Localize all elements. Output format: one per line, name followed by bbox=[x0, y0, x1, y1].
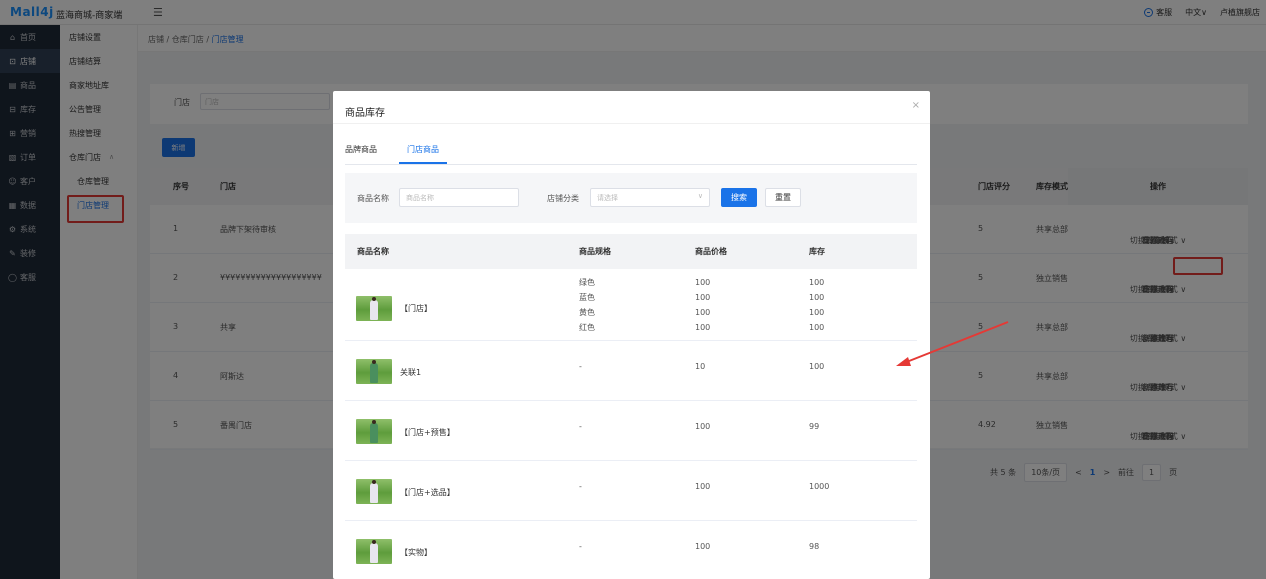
product-price: 100 bbox=[695, 542, 711, 551]
product-name-input[interactable]: 商品名称 bbox=[399, 188, 519, 207]
product-row: 【实物】 - 100 98 bbox=[345, 521, 917, 579]
product-price: 100 bbox=[695, 482, 711, 491]
product-stock: 99 bbox=[809, 422, 820, 431]
product-name: 【实物】 bbox=[400, 548, 432, 557]
product-stock: 98 bbox=[809, 542, 820, 551]
product-price: 100 bbox=[695, 422, 711, 431]
product-name: 【门店+预售】 bbox=[400, 428, 455, 437]
product-spec: - bbox=[579, 542, 582, 551]
product-spec: - bbox=[579, 482, 582, 491]
tab-brand-products[interactable]: 品牌商品 bbox=[345, 144, 377, 164]
close-icon[interactable]: × bbox=[912, 100, 920, 111]
dialog-search-area: 商品名称 商品名称 店铺分类 请选择 ∨ 搜索 重置 bbox=[345, 173, 917, 223]
product-row: 关联1 - 10 100 bbox=[345, 341, 917, 401]
product-row: 【门店+选品】 - 100 1000 bbox=[345, 461, 917, 521]
product-spec: - bbox=[579, 362, 582, 371]
chevron-down-icon: ∨ bbox=[697, 192, 703, 200]
dialog-title: 商品库存 bbox=[345, 108, 385, 119]
product-row: 【门店】 绿色 蓝色 黄色 红色 100 100 100 100 100 100 100 100 bbox=[345, 269, 917, 341]
search-button[interactable]: 搜索 bbox=[721, 188, 757, 207]
product-thumbnail bbox=[356, 418, 392, 444]
product-stock: 100 bbox=[809, 362, 825, 371]
tab-store-products[interactable]: 门店商品 bbox=[399, 144, 447, 164]
product-stock: 100 100 100 100 bbox=[809, 278, 825, 332]
product-thumbnail bbox=[356, 538, 392, 564]
product-spec: 绿色 蓝色 黄色 红色 bbox=[579, 278, 595, 332]
product-name-label: 商品名称 bbox=[357, 194, 389, 203]
product-thumbnail bbox=[356, 358, 392, 384]
product-name: 关联1 bbox=[400, 368, 422, 377]
product-stock: 1000 bbox=[809, 482, 830, 491]
product-price: 10 bbox=[695, 362, 706, 371]
product-thumbnail bbox=[356, 295, 392, 321]
product-row: 【门店+预售】 - 100 99 bbox=[345, 401, 917, 461]
product-name: 【门店】 bbox=[400, 304, 432, 313]
store-category-select[interactable]: 请选择 ∨ bbox=[590, 188, 710, 207]
reset-button[interactable]: 重置 bbox=[765, 188, 801, 207]
product-name: 【门店+选品】 bbox=[400, 488, 455, 497]
product-table-header: 商品名称 商品规格 商品价格 库存 bbox=[345, 234, 917, 269]
product-spec: - bbox=[579, 422, 582, 431]
dialog-tabs: 品牌商品 门店商品 bbox=[345, 144, 447, 164]
product-table: 商品名称 商品规格 商品价格 库存 【门店】 绿色 蓝色 黄色 红色 100 100 100 1… bbox=[345, 234, 917, 579]
product-price: 100 100 100 100 bbox=[695, 278, 711, 332]
product-thumbnail bbox=[356, 478, 392, 504]
product-stock-dialog: 商品库存 × 品牌商品 门店商品 商品名称 商品名称 店铺分类 请选择 ∨ 搜索… bbox=[333, 91, 930, 579]
store-category-label: 店铺分类 bbox=[547, 194, 579, 203]
